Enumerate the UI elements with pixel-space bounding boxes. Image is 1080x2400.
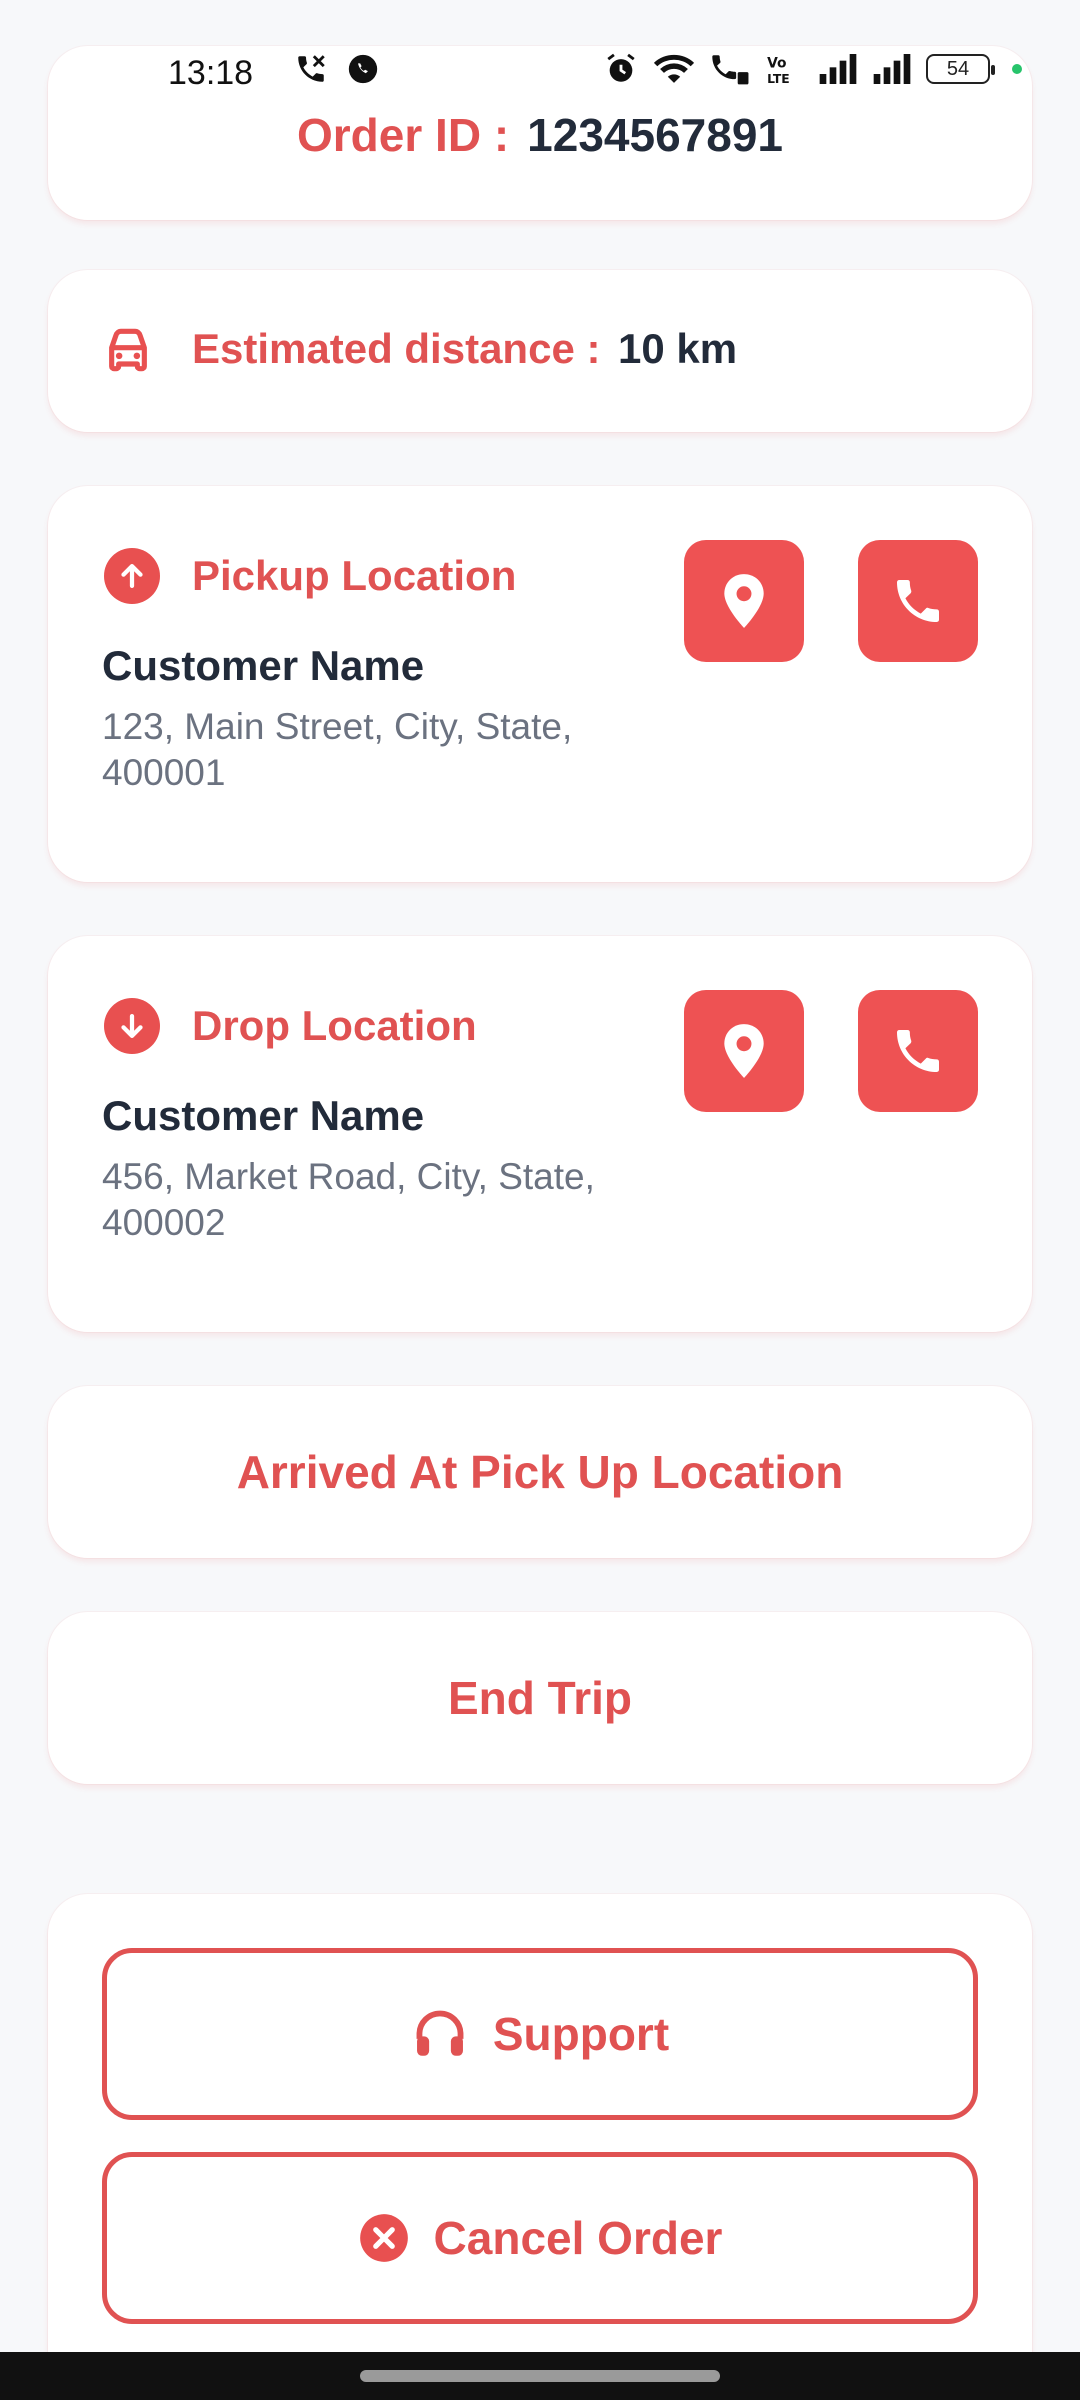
arrow-down-circle-icon [104,998,160,1054]
order-id-line: Order ID : 1234567891 [48,108,1032,162]
arrow-up-circle-icon [104,548,160,604]
privacy-dot [1012,64,1022,74]
support-button[interactable]: Support [102,1948,978,2120]
signal-icon-2 [873,54,911,84]
estimated-distance-card: Estimated distance : 10 km [48,270,1032,432]
headset-icon [416,2010,464,2056]
order-id-label: Order ID : [297,109,510,161]
close-circle-icon [359,2214,408,2262]
map-pin-icon [724,574,764,628]
battery-indicator: 54 [926,54,995,84]
battery-level: 54 [946,57,970,80]
phone-icon [897,580,939,622]
phone-icon [897,1030,939,1072]
svg-text:Vo: Vo [767,55,786,71]
drop-address: 456, Market Road, City, State, 400002 [102,1156,595,1243]
wifi-calling-icon [712,55,749,85]
map-pin-icon [724,1024,764,1078]
drop-map-button[interactable] [684,990,804,1112]
distance-label: Estimated distance : [192,325,601,372]
drop-title: Drop Location [192,1002,477,1049]
pickup-address: 123, Main Street, City, State, 400001 [102,706,573,793]
status-system-icons: Vo LTE 54 [604,52,1022,86]
drop-location-card: Drop Location Customer Name 456, Market … [48,936,1032,1332]
drop-customer-name: Customer Name [102,1092,425,1139]
whatsapp-icon [348,54,378,84]
volte-icon: VoLTE [767,55,790,86]
status-bar: 13:18 Vo LTE 54 [0,40,1080,104]
navigation-bar [0,2352,1080,2400]
pickup-customer-name: Customer Name [102,642,425,689]
missed-call-icon [298,55,325,82]
end-trip-label: End Trip [448,1672,632,1724]
signal-icon-1 [819,54,857,84]
arrived-at-pickup-button[interactable]: Arrived At Pick Up Location [48,1386,1032,1558]
cancel-order-label: Cancel Order [433,2212,723,2264]
bottom-actions-panel: Support Cancel Order [48,1894,1032,2354]
alarm-icon [607,53,635,82]
pickup-location-card: Pickup Location Customer Name 123, Main … [48,486,1032,882]
arrived-at-pickup-label: Arrived At Pick Up Location [236,1446,844,1498]
drop-call-button[interactable] [858,990,978,1112]
car-icon [109,328,147,372]
order-details-screen: 13:18 Vo LTE 54 Order ID : 1234567891 Est… [0,0,1080,2400]
support-label: Support [492,2008,670,2060]
svg-text:LTE: LTE [767,72,790,86]
status-time: 13:18 [168,54,254,92]
end-trip-button[interactable]: End Trip [48,1612,1032,1784]
pickup-title: Pickup Location [192,552,517,599]
home-gesture-handle[interactable] [360,2370,720,2382]
status-notification-icons [294,52,380,86]
wifi-icon [653,54,695,83]
distance-value: 10 km [618,325,738,372]
order-id-value: 1234567891 [527,109,783,161]
cancel-order-button[interactable]: Cancel Order [102,2152,978,2324]
pickup-call-button[interactable] [858,540,978,662]
pickup-map-button[interactable] [684,540,804,662]
